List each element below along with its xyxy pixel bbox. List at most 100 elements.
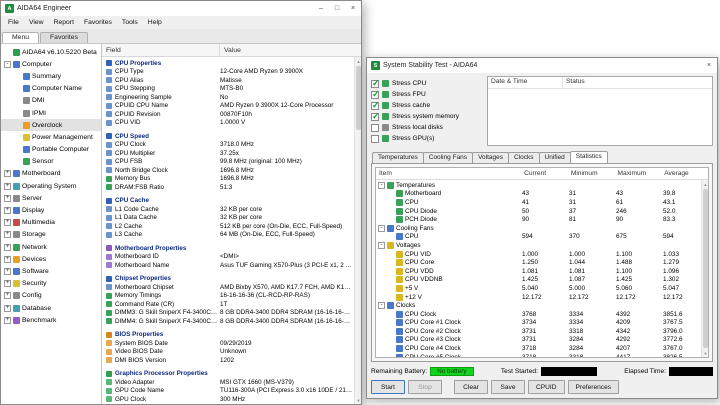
datetime-column-header[interactable]: Date & Time — [488, 77, 563, 88]
tree-expander-icon[interactable]: + — [4, 183, 11, 190]
stats-row[interactable]: +5 V 5.040 5.000 5.060 5.047 — [376, 284, 708, 293]
menu-item[interactable]: Favorites — [79, 19, 117, 26]
scrollbar-thumb[interactable] — [703, 189, 708, 348]
statistics-column-header[interactable]: Minimum — [568, 170, 615, 177]
stats-row[interactable]: CPU Core #2 Clock 3731 3318 4342 3796.0 — [376, 327, 708, 336]
report-row[interactable]: L2 Cache 512 KB per core (On-Die, ECC, F… — [102, 222, 361, 231]
menu-item[interactable]: Help — [143, 19, 167, 26]
report-row[interactable]: Motherboard Name Asus TUF Gaming X570-Pl… — [102, 261, 361, 270]
stats-row[interactable]: CPU Clock 3768 3334 4392 3851.6 — [376, 310, 708, 319]
tree-item[interactable]: + Config — [1, 290, 101, 302]
tree-expander-icon[interactable] — [14, 110, 21, 117]
statistics-scrollbar[interactable]: ▲ ▼ — [701, 180, 708, 357]
report-row[interactable]: Chipset Properties — [102, 275, 361, 284]
tree-item[interactable]: Power Management — [1, 131, 101, 143]
report-row[interactable]: DRAM:FSB Ratio 51:3 — [102, 183, 361, 192]
stats-row[interactable]: CPU VDD 1.081 1.081 1.100 1.096 — [376, 267, 708, 276]
sst-tab[interactable]: Statistics — [570, 151, 608, 163]
tree-item[interactable]: + Multimedia — [1, 217, 101, 229]
tree-expander-icon[interactable]: + — [4, 231, 11, 238]
group-expander-icon[interactable] — [387, 285, 394, 292]
statistics-column-header[interactable]: Average — [661, 170, 708, 177]
menu-item[interactable]: File — [3, 19, 24, 26]
report-row[interactable]: CPU Cache — [102, 197, 361, 206]
report-row[interactable]: Memory Bus 1696.8 MHz — [102, 175, 361, 184]
tree-expander-icon[interactable]: + — [4, 256, 11, 263]
report-row[interactable]: CPU Multiplier 37.25x — [102, 149, 361, 158]
tree-expander-icon[interactable]: + — [4, 268, 11, 275]
tree-item[interactable]: IPMI — [1, 107, 101, 119]
button[interactable]: Clear — [454, 380, 488, 394]
sst-tab[interactable]: Unified — [539, 152, 571, 163]
report-row[interactable]: CPUID CPU Name AMD Ryzen 9 3900X 12-Core… — [102, 102, 361, 111]
group-expander-icon[interactable] — [387, 216, 394, 223]
tree-item[interactable]: AIDA64 v6.10.5220 Beta — [1, 46, 101, 58]
report-row[interactable]: Video BIOS Date Unknown — [102, 348, 361, 357]
group-expander-icon[interactable] — [387, 328, 394, 335]
stress-checkbox-row[interactable]: Stress cache — [371, 100, 481, 111]
report-row[interactable]: BIOS Properties — [102, 331, 361, 340]
tree-expander-icon[interactable]: + — [4, 305, 11, 312]
report-row[interactable]: System BIOS Date 09/29/2019 — [102, 339, 361, 348]
group-expander-icon[interactable] — [387, 276, 394, 283]
group-expander-icon[interactable]: - — [378, 182, 385, 189]
tree-item[interactable]: Sensor — [1, 156, 101, 168]
checkbox[interactable] — [371, 80, 379, 88]
report-row[interactable]: North Bridge Clock 1696.8 MHz — [102, 166, 361, 175]
scroll-down-icon[interactable]: ▼ — [355, 396, 361, 404]
menu-item[interactable]: Report — [49, 19, 79, 26]
tree-item[interactable]: Summary — [1, 70, 101, 82]
report-row[interactable]: Video Adapter MSI GTX 1660 (MS-V379) — [102, 378, 361, 387]
tree-item[interactable]: + Server — [1, 192, 101, 204]
sst-tab[interactable]: Temperatures — [372, 152, 424, 163]
stats-row[interactable]: CPU Core 1.250 1.044 1.488 1.279 — [376, 258, 708, 267]
tree-expander-icon[interactable]: - — [4, 61, 11, 68]
report-row[interactable]: CPUID Revision 00870F10h — [102, 110, 361, 119]
scrollbar-thumb[interactable] — [356, 66, 361, 130]
stats-row[interactable]: - Clocks — [376, 301, 708, 310]
stats-row[interactable]: - Voltages — [376, 241, 708, 250]
tree-item[interactable]: - Computer — [1, 58, 101, 70]
group-expander-icon[interactable] — [387, 336, 394, 343]
report-row[interactable]: DIMM3: G Skill SniperX F4-3400C16-8GSXW … — [102, 309, 361, 318]
checkbox[interactable] — [371, 91, 379, 99]
value-column-header[interactable]: Value — [220, 47, 241, 54]
tree-item[interactable]: + Benchmark — [1, 314, 101, 326]
group-expander-icon[interactable] — [387, 251, 394, 258]
tree-item[interactable]: Portable Computer — [1, 144, 101, 156]
tree-item[interactable]: + Software — [1, 265, 101, 277]
tree-expander-icon[interactable]: + — [4, 170, 11, 177]
group-expander-icon[interactable] — [387, 311, 394, 318]
tree-expander-icon[interactable]: + — [4, 195, 11, 202]
report-row[interactable]: Motherboard Chipset AMD Bixby X570, AMD … — [102, 283, 361, 292]
tree-expander-icon[interactable]: + — [4, 292, 11, 299]
tree-item[interactable]: + Display — [1, 204, 101, 216]
group-expander-icon[interactable]: - — [378, 302, 385, 309]
report-row[interactable]: CPU Speed — [102, 132, 361, 141]
stats-row[interactable]: +12 V 12.172 12.172 12.172 12.172 — [376, 293, 708, 302]
checkbox[interactable] — [371, 124, 379, 132]
report-row[interactable]: CPU Clock 3718.0 MHz — [102, 141, 361, 150]
tree-expander-icon[interactable]: + — [4, 280, 11, 287]
stats-row[interactable]: - Temperatures — [376, 181, 708, 190]
report-row[interactable]: L3 Cache 64 MB (On-Die, ECC, Full-Speed) — [102, 231, 361, 240]
tab[interactable]: Favorites — [40, 32, 88, 43]
field-column-header[interactable]: Field — [102, 44, 220, 56]
sst-tab[interactable]: Clocks — [508, 152, 540, 163]
group-expander-icon[interactable] — [387, 233, 394, 240]
sst-tab[interactable]: Voltages — [472, 152, 509, 163]
tree-expander-icon[interactable] — [14, 146, 21, 153]
group-expander-icon[interactable] — [387, 199, 394, 206]
report-row[interactable]: DMI BIOS Version 1202 — [102, 356, 361, 365]
report-row[interactable]: Engineering Sample No — [102, 93, 361, 102]
menu-item[interactable]: View — [24, 19, 49, 26]
group-expander-icon[interactable] — [387, 259, 394, 266]
minimize-button[interactable]: – — [313, 1, 329, 16]
checkbox[interactable] — [371, 102, 379, 110]
stress-checkbox-row[interactable]: Stress GPU(s) — [371, 133, 481, 144]
tree-item[interactable]: + Operating System — [1, 180, 101, 192]
tree-expander-icon[interactable] — [4, 49, 11, 56]
report-row[interactable]: CPU Alias Matisse — [102, 76, 361, 85]
stats-row[interactable]: PCH Diode 90 81 90 83.3 — [376, 215, 708, 224]
statistics-column-header[interactable]: Current — [521, 170, 568, 177]
